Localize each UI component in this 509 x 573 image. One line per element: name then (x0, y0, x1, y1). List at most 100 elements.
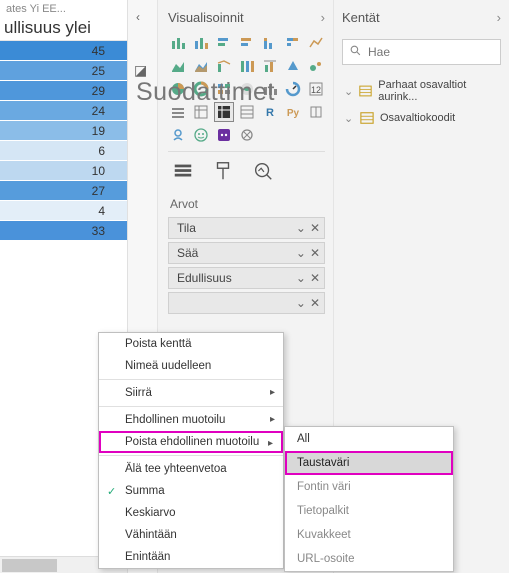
chevron-down-icon[interactable]: ⌄ (296, 246, 306, 260)
field-well[interactable]: Tila⌄✕ (168, 217, 325, 239)
remove-field-icon[interactable]: ✕ (310, 246, 320, 260)
chevron-down-icon[interactable]: ⌄ (296, 221, 306, 235)
field-context-menu: Poista kenttä Nimeä uudelleen Siirrä Ehd… (98, 332, 284, 569)
values-label: Arvot (168, 191, 325, 217)
search-icon (349, 44, 362, 60)
viz-type-icon[interactable] (214, 125, 234, 145)
column-header-partial: ates Yi EE... (0, 0, 127, 18)
menu-maximum[interactable]: Enintään (99, 546, 283, 568)
viz-type-icon[interactable] (237, 102, 257, 122)
fields-table-row[interactable]: ⌄ Parhaat osavaltiot aurink... (342, 75, 501, 107)
submenu-background-color[interactable]: Taustaväri (285, 451, 453, 475)
menu-rename[interactable]: Nimeä uudelleen (99, 355, 283, 377)
viz-type-icon[interactable] (191, 33, 211, 53)
viz-type-icon[interactable] (283, 79, 303, 99)
viz-type-icon[interactable]: 12 (306, 79, 326, 99)
chevron-down-icon[interactable]: ⌄ (296, 296, 306, 310)
viz-type-icon[interactable]: R (260, 102, 280, 122)
viz-type-icon[interactable]: Py (283, 102, 303, 122)
format-tab-icon[interactable] (212, 160, 234, 185)
viz-type-icon[interactable] (168, 125, 188, 145)
viz-type-icon[interactable] (191, 56, 211, 76)
data-cell[interactable]: 10 (0, 161, 127, 181)
field-well[interactable]: Sää ⌄ ✕ (168, 242, 325, 264)
submenu-all[interactable]: All (285, 427, 453, 451)
field-well-label (177, 296, 180, 310)
viz-type-icon[interactable] (191, 79, 211, 99)
viz-type-icon[interactable] (168, 33, 188, 53)
viz-type-icon[interactable] (168, 56, 188, 76)
field-well[interactable]: Edullisuus ⌄ ✕ (168, 267, 325, 289)
menu-dont-summarize[interactable]: Älä tee yhteenvetoa (99, 458, 283, 480)
remove-field-icon[interactable]: ✕ (310, 296, 320, 310)
table-name: Parhaat osavaltiot aurink... (378, 79, 499, 103)
remove-conditional-submenu: All Taustaväri Fontin väri Tietopalkit K… (284, 426, 454, 572)
data-cell[interactable]: 6 (0, 141, 127, 161)
viz-type-icon[interactable] (191, 102, 211, 122)
chevron-right-icon[interactable]: › (321, 10, 325, 25)
submenu-font-color[interactable]: Fontin väri (285, 475, 453, 499)
viz-type-icon[interactable] (214, 79, 234, 99)
menu-average[interactable]: Keskiarvo (99, 502, 283, 524)
svg-text:12: 12 (311, 85, 321, 95)
remove-field-icon[interactable]: ✕ (310, 221, 320, 235)
field-well-label: Sää (177, 246, 198, 260)
chevron-left-icon[interactable]: ‹ (136, 10, 140, 24)
submenu-icons[interactable]: Kuvakkeet (285, 523, 453, 547)
menu-conditional-formatting[interactable]: Ehdollinen muotoilu (99, 409, 283, 431)
viz-type-icon[interactable] (283, 56, 303, 76)
viz-type-icon[interactable] (168, 79, 188, 99)
data-cell[interactable]: 45 (0, 41, 127, 61)
viz-type-icon[interactable] (283, 33, 303, 53)
submenu-data-bars[interactable]: Tietopalkit (285, 499, 453, 523)
column-subheader: ullisuus ylei (0, 18, 127, 41)
table-icon (359, 84, 372, 98)
menu-move[interactable]: Siirrä (99, 382, 283, 404)
data-cell[interactable]: 27 (0, 181, 127, 201)
menu-remove-conditional-formatting[interactable]: Poista ehdollinen muotoilu (99, 431, 283, 453)
viz-type-icon[interactable] (260, 79, 280, 99)
viz-type-icon[interactable] (237, 79, 257, 99)
chevron-down-icon[interactable]: ⌄ (344, 112, 354, 125)
svg-text:Py: Py (287, 108, 300, 119)
viz-type-icon[interactable] (306, 56, 326, 76)
filters-icon: ◪ (134, 62, 147, 79)
chevron-down-icon[interactable]: ⌄ (344, 85, 353, 98)
viz-type-icon[interactable] (306, 33, 326, 53)
scrollbar-thumb[interactable] (2, 559, 57, 572)
submenu-url[interactable]: URL-osoite (285, 547, 453, 571)
data-cell[interactable]: 19 (0, 121, 127, 141)
viz-type-icon[interactable] (237, 33, 257, 53)
viz-type-icon[interactable] (260, 33, 280, 53)
field-well[interactable]: ⌄✕ (168, 292, 325, 314)
data-cell[interactable]: 29 (0, 81, 127, 101)
viz-type-icon[interactable] (214, 33, 234, 53)
fields-tab-icon[interactable] (172, 160, 194, 185)
viz-type-icon[interactable] (237, 125, 257, 145)
data-cell[interactable]: 33 (0, 221, 127, 241)
viz-type-icon[interactable] (306, 102, 326, 122)
viz-type-icon[interactable] (214, 102, 234, 122)
menu-sum[interactable]: Summa (99, 480, 283, 502)
viz-type-icon[interactable] (214, 56, 234, 76)
viz-type-icon[interactable] (237, 56, 257, 76)
viz-type-icon[interactable] (191, 125, 211, 145)
menu-minimum[interactable]: Vähintään (99, 524, 283, 546)
chevron-right-icon[interactable]: › (497, 10, 501, 25)
fields-search[interactable] (342, 39, 501, 65)
chevron-down-icon[interactable]: ⌄ (296, 271, 306, 285)
remove-field-icon[interactable]: ✕ (310, 271, 320, 285)
visualizations-title: Visualisoinnit (168, 10, 244, 25)
table-icon (360, 111, 374, 125)
search-input[interactable] (368, 45, 494, 59)
viz-type-icon[interactable] (168, 102, 188, 122)
fields-table-row[interactable]: ⌄Osavaltiokoodit (342, 107, 501, 129)
data-cell[interactable]: 25 (0, 61, 127, 81)
analytics-tab-icon[interactable] (252, 160, 274, 185)
field-well-label: Edullisuus (177, 271, 232, 285)
data-cell[interactable]: 24 (0, 101, 127, 121)
viz-type-icon[interactable] (260, 56, 280, 76)
data-cell[interactable]: 4 (0, 201, 127, 221)
svg-text:R: R (266, 107, 274, 119)
menu-remove-field[interactable]: Poista kenttä (99, 333, 283, 355)
